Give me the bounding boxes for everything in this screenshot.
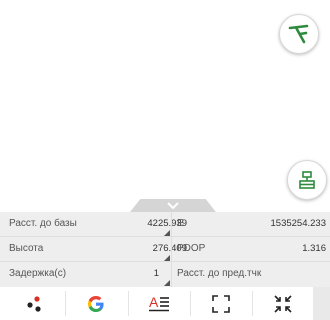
pdop-value: 1.316 — [302, 243, 326, 254]
stakeout-button[interactable] — [287, 160, 327, 200]
toolbar-divider — [65, 291, 66, 316]
text-format-button[interactable]: A — [133, 287, 185, 320]
panel-collapse-handle[interactable] — [130, 199, 216, 212]
fullscreen-icon — [212, 294, 230, 313]
text-format-icon: A — [149, 294, 169, 311]
toolbar-divider — [128, 291, 129, 316]
points-button[interactable] — [10, 287, 62, 320]
corner-marker — [164, 280, 170, 286]
distance-to-base-label: Расст. до базы — [9, 218, 77, 229]
chevron-down-icon — [167, 201, 179, 209]
toolbar-divider — [252, 291, 253, 316]
stakeout-icon — [299, 171, 315, 189]
easting-value: 1535254.233 — [270, 218, 326, 229]
bottom-toolbar: A — [0, 287, 330, 320]
delay-label: Задержка(с) — [9, 268, 67, 279]
height-label: Высота — [9, 243, 44, 254]
easting-label: E — [177, 218, 184, 229]
survey-info-panel: Расст. до базы 4225.939 E 1535254.233 Вы… — [0, 212, 330, 287]
cell-divider — [171, 212, 172, 237]
toolbar-divider — [190, 291, 191, 316]
info-row: Задержка(с) 1 Расст. до пред.тчк — [0, 262, 330, 287]
cell-divider — [171, 237, 172, 262]
delay-value: 1 — [153, 268, 159, 279]
survey-pole-button[interactable] — [279, 14, 319, 54]
info-row: Расст. до базы 4225.939 E 1535254.233 — [0, 212, 330, 237]
google-icon — [88, 295, 104, 312]
points-icon — [27, 295, 41, 312]
survey-pole-icon — [288, 24, 309, 44]
toolbar-scroll-edge — [313, 287, 330, 320]
info-row: Высота 276.409 PDOP 1.316 — [0, 237, 330, 262]
distance-to-prev-point-label: Расст. до пред.тчк — [177, 268, 262, 279]
collapse-button[interactable] — [257, 287, 309, 320]
pdop-label: PDOP — [177, 243, 206, 254]
svg-text:A: A — [149, 294, 159, 310]
google-button[interactable] — [70, 287, 122, 320]
fullscreen-button[interactable] — [195, 287, 247, 320]
cell-divider — [171, 262, 172, 287]
collapse-icon — [274, 294, 292, 313]
